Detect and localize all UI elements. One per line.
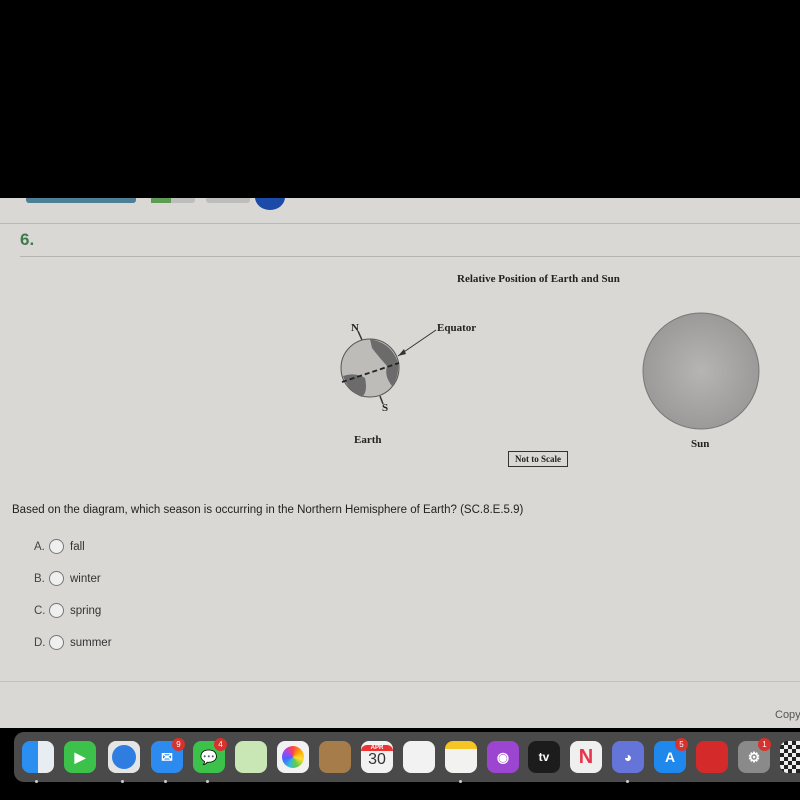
earth-globe: [340, 330, 400, 405]
choice-letter: B.: [34, 572, 45, 585]
finder-icon[interactable]: [22, 741, 54, 773]
notes-icon[interactable]: [445, 741, 477, 773]
sun-label: Sun: [691, 438, 710, 450]
sun-circle: [642, 312, 760, 430]
choice-a[interactable]: A. fall: [34, 539, 85, 554]
calendar-day: 30: [368, 751, 386, 768]
radio-button[interactable]: [49, 603, 64, 618]
earth-label: Earth: [354, 434, 382, 446]
running-indicator: [35, 780, 38, 783]
choice-letter: D.: [34, 636, 46, 649]
choice-label: fall: [70, 540, 85, 553]
app-store-badge: 5: [675, 738, 688, 751]
photo-booth-icon[interactable]: [696, 741, 728, 773]
running-indicator: [164, 780, 167, 783]
choice-letter: C.: [34, 604, 46, 617]
copyright-text: Copy: [775, 709, 800, 721]
north-label: N: [351, 322, 359, 334]
messages-badge: 4: [214, 738, 227, 751]
running-indicator: [121, 780, 124, 783]
south-label: S: [382, 402, 389, 414]
safari-icon[interactable]: [108, 741, 140, 773]
choice-label: summer: [70, 636, 112, 649]
discord-icon[interactable]: ◕: [612, 741, 644, 773]
earth-sun-diagram: [340, 312, 760, 430]
calendar-icon[interactable]: APR 30: [361, 741, 393, 773]
reminders-icon[interactable]: [403, 741, 435, 773]
arrowhead: [398, 349, 406, 356]
contacts-icon[interactable]: [319, 741, 351, 773]
radio-button[interactable]: [49, 635, 64, 650]
system-preferences-badge: 1: [758, 738, 771, 751]
choice-c[interactable]: C. spring: [34, 603, 101, 618]
divider: [0, 681, 800, 682]
radio-button[interactable]: [49, 571, 64, 586]
running-indicator: [206, 780, 209, 783]
news-icon[interactable]: N: [570, 741, 602, 773]
browser-page: 6. Relative Position of Earth and Sun N …: [0, 198, 800, 728]
question-prompt: Based on the diagram, which season is oc…: [12, 504, 524, 516]
choice-label: winter: [70, 572, 101, 585]
photos-icon[interactable]: [277, 741, 309, 773]
facetime-icon[interactable]: ▶: [64, 741, 96, 773]
chess-icon[interactable]: [780, 741, 800, 773]
not-to-scale-note: Not to Scale: [508, 451, 568, 467]
running-indicator: [626, 780, 629, 783]
radio-button[interactable]: [49, 539, 64, 554]
choice-letter: A.: [34, 540, 45, 553]
choice-d[interactable]: D. summer: [34, 635, 112, 650]
tv-text: tv: [538, 750, 550, 764]
equator-label: Equator: [437, 322, 477, 334]
maps-icon[interactable]: [235, 741, 267, 773]
choice-b[interactable]: B. winter: [34, 571, 101, 586]
apple-tv-icon[interactable]: tv: [528, 741, 560, 773]
podcasts-icon[interactable]: ◉: [487, 741, 519, 773]
mail-badge: 9: [172, 738, 185, 751]
running-indicator: [459, 780, 462, 783]
choice-label: spring: [70, 604, 102, 617]
